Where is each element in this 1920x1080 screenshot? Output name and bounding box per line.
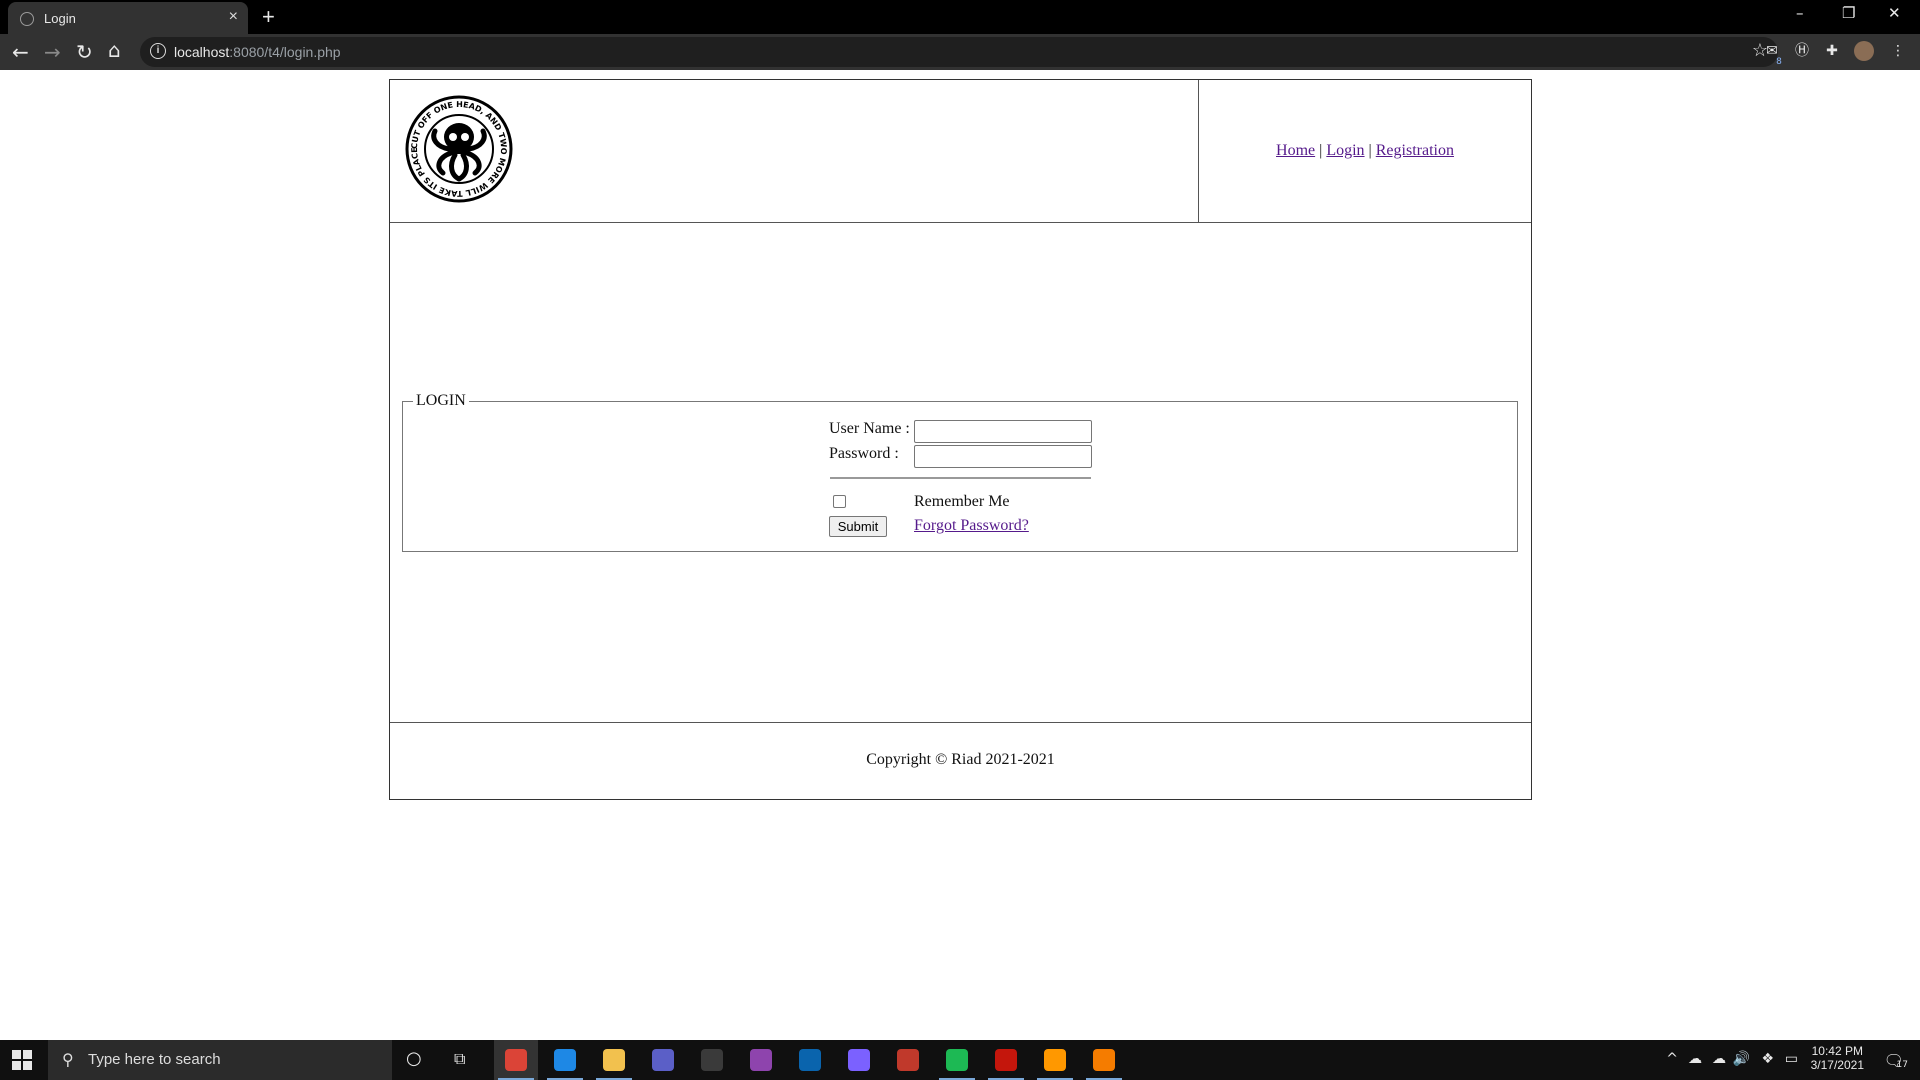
copyright-text: Copyright © Riad 2021-2021 bbox=[866, 751, 1055, 768]
visual-studio-icon bbox=[750, 1049, 772, 1071]
vscode-icon bbox=[554, 1049, 576, 1071]
task-view-icon[interactable]: ⧉ bbox=[454, 1049, 465, 1069]
acrobat-icon bbox=[995, 1049, 1017, 1071]
chrome-icon bbox=[505, 1049, 527, 1071]
site-info-icon[interactable]: i bbox=[150, 43, 166, 59]
cloud-icon[interactable]: ☁ bbox=[1712, 1051, 1726, 1067]
nav-link-home[interactable]: Home bbox=[1276, 142, 1315, 159]
url-text: localhost:8080/t4/login.php bbox=[174, 44, 341, 60]
teams-icon bbox=[652, 1049, 674, 1071]
clock-date: 3/17/2021 bbox=[1810, 1058, 1864, 1072]
spotify-icon bbox=[946, 1049, 968, 1071]
volume-icon[interactable]: 🔊 bbox=[1733, 1051, 1750, 1067]
page-header: CUT OFF ONE HEAD, AND TWO MORE WILL TAKE… bbox=[390, 80, 1531, 223]
taskbar-app-sublime[interactable] bbox=[1033, 1040, 1077, 1080]
taskbar-app-chrome[interactable] bbox=[494, 1040, 538, 1080]
nav-link-login[interactable]: Login bbox=[1326, 142, 1364, 159]
login-legend: LOGIN bbox=[413, 392, 469, 410]
search-icon: ⚲ bbox=[62, 1050, 74, 1069]
app-paint-icon bbox=[897, 1049, 919, 1071]
minimize-button[interactable]: – bbox=[1796, 4, 1804, 22]
window-close-button[interactable]: ✕ bbox=[1888, 4, 1901, 22]
onedrive-icon[interactable]: ☁ bbox=[1688, 1051, 1702, 1067]
obs-icon bbox=[701, 1049, 723, 1071]
browser-toolbar: ← → ↻ ⌂ i localhost:8080/t4/login.php ☆ … bbox=[0, 34, 1920, 70]
logo-cell: CUT OFF ONE HEAD, AND TWO MORE WILL TAKE… bbox=[390, 80, 1199, 222]
browser-tab-bar: Login × + – ❐ ✕ bbox=[0, 0, 1920, 34]
username-label: User Name : bbox=[829, 420, 910, 437]
taskbar-app-blender[interactable] bbox=[1082, 1040, 1126, 1080]
forgot-password-link[interactable]: Forgot Password? bbox=[914, 517, 1029, 535]
globe-icon bbox=[20, 12, 34, 26]
windows-start-icon[interactable] bbox=[12, 1050, 32, 1070]
firefox-icon bbox=[848, 1049, 870, 1071]
hydra-logo-icon: CUT OFF ONE HEAD, AND TWO MORE WILL TAKE… bbox=[405, 95, 513, 203]
show-hidden-icons-chevron-icon[interactable]: ^ bbox=[1666, 1051, 1678, 1067]
page-footer: Copyright © Riad 2021-2021 bbox=[390, 722, 1531, 799]
tab-title: Login bbox=[44, 11, 76, 26]
form-divider bbox=[830, 477, 1091, 479]
taskbar-app-acrobat[interactable] bbox=[984, 1040, 1028, 1080]
file-explorer-icon bbox=[603, 1049, 625, 1071]
taskbar-app-outlook[interactable] bbox=[788, 1040, 832, 1080]
top-navigation: Home | Login | Registration bbox=[1199, 80, 1531, 222]
taskbar-app-firefox[interactable] bbox=[837, 1040, 881, 1080]
remember-me-checkbox[interactable] bbox=[833, 495, 846, 508]
home-icon[interactable]: ⌂ bbox=[108, 38, 121, 62]
dropbox-icon[interactable]: ❖ bbox=[1761, 1051, 1774, 1067]
taskbar-app-spotify[interactable] bbox=[935, 1040, 979, 1080]
sublime-icon bbox=[1044, 1049, 1066, 1071]
outlook-icon bbox=[799, 1049, 821, 1071]
taskbar-app-obs[interactable] bbox=[690, 1040, 734, 1080]
taskbar-search-box[interactable]: ⚲ Type here to search bbox=[48, 1040, 392, 1080]
new-tab-button[interactable]: + bbox=[262, 4, 275, 30]
extensions-puzzle-icon[interactable]: ✚ bbox=[1822, 41, 1842, 61]
network-icon[interactable]: ▭ bbox=[1785, 1051, 1798, 1067]
tab-close-button[interactable]: × bbox=[229, 8, 238, 26]
browser-tab-login[interactable]: Login × bbox=[8, 2, 248, 34]
taskbar-clock[interactable]: 10:42 PM 3/17/2021 bbox=[1811, 1044, 1864, 1072]
restore-button[interactable]: ❐ bbox=[1842, 4, 1855, 22]
reload-icon[interactable]: ↻ bbox=[76, 40, 93, 64]
taskbar-app-teams[interactable] bbox=[641, 1040, 685, 1080]
cortana-circle-icon[interactable]: ○ bbox=[406, 1048, 422, 1069]
username-input[interactable] bbox=[914, 420, 1092, 443]
nav-separator: | bbox=[1364, 142, 1376, 159]
blender-icon bbox=[1093, 1049, 1115, 1071]
password-label: Password : bbox=[829, 445, 899, 462]
back-arrow-icon[interactable]: ← bbox=[12, 40, 29, 64]
taskbar-app-visual-studio[interactable] bbox=[739, 1040, 783, 1080]
remember-me-label: Remember Me bbox=[914, 493, 1010, 510]
profile-avatar[interactable] bbox=[1854, 41, 1874, 61]
taskbar-app-app-paint[interactable] bbox=[886, 1040, 930, 1080]
nav-separator: | bbox=[1315, 142, 1327, 159]
taskbar-app-file-explorer[interactable] bbox=[592, 1040, 636, 1080]
password-input[interactable] bbox=[914, 445, 1092, 468]
clock-time: 10:42 PM bbox=[1811, 1044, 1863, 1058]
forward-arrow-icon[interactable]: → bbox=[44, 40, 61, 64]
menu-kebab-icon[interactable]: ⋮ bbox=[1888, 41, 1908, 61]
address-bar[interactable]: i localhost:8080/t4/login.php ☆ bbox=[140, 37, 1778, 67]
extension-h-icon[interactable]: Ⓗ bbox=[1792, 41, 1812, 61]
nav-link-registration[interactable]: Registration bbox=[1376, 142, 1454, 159]
submit-button[interactable]: Submit bbox=[829, 516, 887, 537]
search-placeholder: Type here to search bbox=[88, 1051, 221, 1068]
taskbar-app-vscode[interactable] bbox=[543, 1040, 587, 1080]
windows-taskbar: ⚲ Type here to search ○ ⧉ ^ ☁ ☁ 🔊 ❖ ▭ 10… bbox=[0, 1040, 1920, 1080]
notification-count: 17 bbox=[1896, 1060, 1908, 1070]
extension-badge: 8 bbox=[1776, 57, 1782, 67]
